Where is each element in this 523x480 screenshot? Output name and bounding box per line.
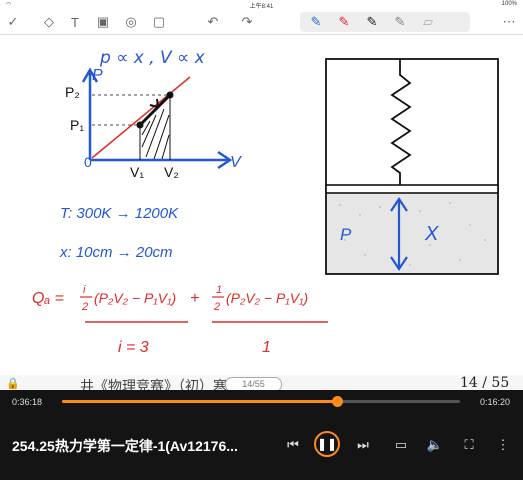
work-area-hatch: [141, 108, 170, 160]
pen-red-icon[interactable]: ✎: [336, 14, 352, 30]
lock-icon[interactable]: 🔒: [6, 377, 20, 390]
text-tool-icon[interactable]: T: [66, 13, 84, 31]
heat-lhs: Qₐ =: [32, 290, 64, 307]
video-title: 254.25热力学第一定律-1(Av12176...: [12, 438, 238, 454]
more-icon[interactable]: ⋯: [500, 13, 518, 31]
status-time: 上午8:41: [249, 4, 274, 10]
v1-label: V₁: [130, 164, 144, 180]
pause-icon: ❚❚: [316, 437, 338, 451]
pen-blue-icon[interactable]: ✎: [308, 14, 324, 30]
status-bar: ◠ 上午8:41 100%: [0, 0, 523, 10]
origin-label: 0: [84, 154, 92, 170]
pen-tray: ✎ ✎ ✎ ✎ ▱: [300, 12, 470, 32]
proportionality-text: p ∝ x , V ∝ x: [99, 48, 206, 68]
subtitles-icon[interactable]: ▭: [390, 434, 412, 456]
frac1-numerator: i: [83, 284, 86, 296]
next-icon[interactable]: ⏭: [352, 434, 374, 456]
gas-pressure-label: P: [340, 225, 352, 244]
heat-term-1: (P₂V₂ − P₁V₁): [94, 290, 176, 306]
plus-sign: +: [190, 290, 199, 307]
spring: [390, 59, 412, 185]
one-label: 1: [262, 339, 271, 356]
volume-icon[interactable]: 🔈: [424, 434, 446, 456]
elapsed-time: 0:36:18: [12, 397, 43, 407]
battery-indicator: 100%: [501, 1, 517, 7]
handwriting-layer: p ∝ x , V ∝ x P V 0 P₂ P₁ V₁ V₂ T: 300K …: [32, 48, 499, 356]
p1-label: P₁: [70, 117, 84, 133]
temperature-row: T: 300K → 1200K: [60, 205, 179, 222]
p-axis-label: P: [92, 67, 103, 84]
gas-displacement-label: X: [424, 223, 439, 245]
pen-gray-icon[interactable]: ✎: [392, 14, 408, 30]
image-icon[interactable]: ▣: [94, 13, 112, 31]
eraser-icon[interactable]: ◇: [40, 13, 58, 31]
highlighter-icon[interactable]: ▱: [420, 14, 436, 30]
remaining-time: 0:16:20: [480, 397, 511, 407]
frac2-denominator: 2: [213, 301, 220, 313]
process-arrow: [149, 98, 160, 109]
pause-button[interactable]: ❚❚: [314, 431, 340, 457]
redo-icon[interactable]: ↷: [238, 13, 256, 31]
v-axis-label: V: [230, 154, 242, 171]
process-line: [138, 93, 172, 127]
undo-icon[interactable]: ↶: [204, 13, 222, 31]
proportional-line: [91, 76, 191, 159]
frac2-numerator: 1: [216, 284, 222, 296]
more-options-icon[interactable]: ⋮: [492, 434, 514, 456]
annotation-toolbar: ✓ ◇ T ▣ ◎ ▢ ↶ ↷ ✎ ✎ ✎ ✎ ▱ ⋯: [0, 10, 523, 35]
page-counter: 14 / 55: [460, 375, 510, 391]
dof-label: i = 3: [118, 339, 149, 356]
piston: [325, 184, 499, 194]
heat-term-2: (P₂V₂ − P₁V₁): [226, 290, 308, 306]
seek-thumb[interactable]: [331, 396, 343, 407]
lasso-icon[interactable]: ◎: [122, 13, 140, 31]
gas-region: [327, 194, 497, 273]
frac1-denominator: 2: [81, 301, 88, 313]
seek-played: [62, 400, 337, 403]
fullscreen-icon[interactable]: ⛶: [458, 434, 480, 456]
check-circle-icon[interactable]: ✓: [4, 13, 22, 31]
displacement-row: x: 10cm → 20cm: [59, 244, 173, 261]
pen-black-icon[interactable]: ✎: [364, 14, 380, 30]
seek-bar[interactable]: [62, 396, 460, 407]
p2-label: P₂: [65, 84, 80, 100]
shapes-icon[interactable]: ▢: [150, 13, 168, 31]
heat-equation: Qₐ = i 2 (P₂V₂ − P₁V₁) + 1 2 (P₂V₂ − P₁V…: [32, 284, 328, 356]
v2-label: V₂: [164, 164, 179, 180]
previous-icon[interactable]: ⏮: [282, 434, 304, 456]
note-canvas[interactable]: p ∝ x , V ∝ x P V 0 P₂ P₁ V₁ V₂ T: 300K …: [0, 35, 523, 375]
video-player: 0:36:18 0:16:20 254.25热力学第一定律-1(Av12176.…: [0, 390, 523, 480]
cylinder-diagram: P X: [325, 58, 499, 275]
